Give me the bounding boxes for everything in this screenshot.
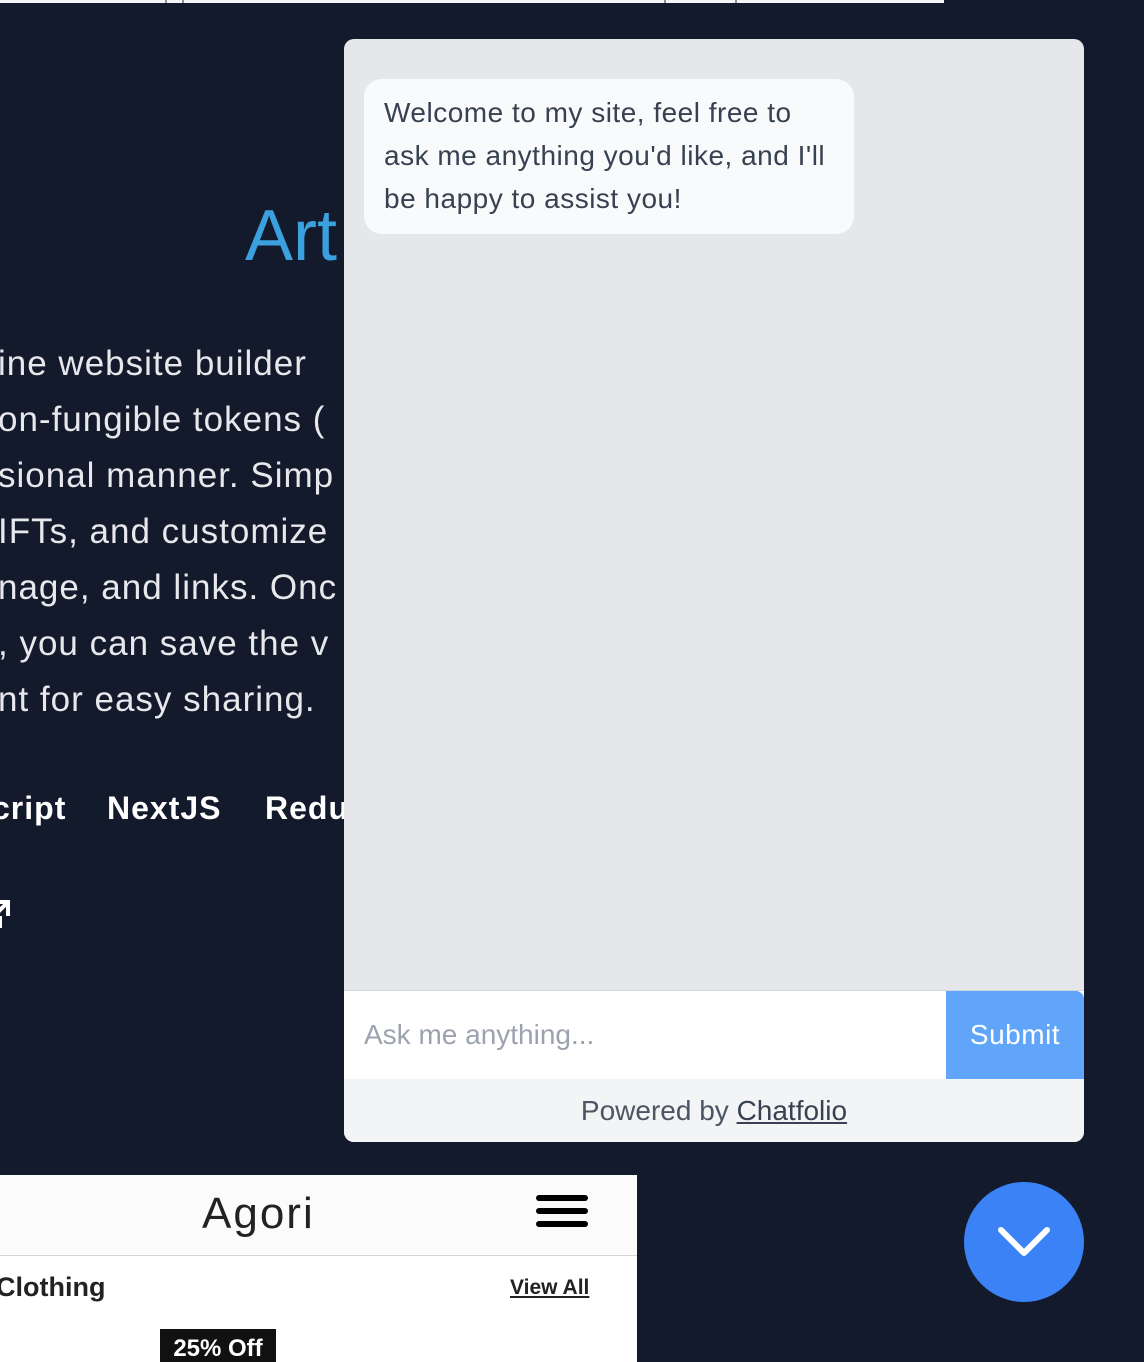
- footer-prefix: Powered by: [580, 1095, 729, 1126]
- chat-input[interactable]: [344, 991, 946, 1079]
- hamburger-menu-icon: [536, 1195, 588, 1235]
- chat-welcome-message: Welcome to my site, feel free to ask me …: [364, 79, 854, 234]
- page: Art ine website builder on-fungible toke…: [0, 0, 1144, 1362]
- preview-logo: Agori: [202, 1189, 315, 1238]
- discount-badge: 25% Off: [160, 1329, 276, 1362]
- preview-section-title: Clothing: [0, 1272, 106, 1302]
- tech-tag: cript: [0, 790, 67, 826]
- preview-header: Agori: [0, 1175, 637, 1256]
- chat-footer: Powered by Chatfolio: [344, 1079, 1084, 1142]
- submit-button[interactable]: Submit: [946, 991, 1084, 1079]
- chat-toggle-button[interactable]: [964, 1182, 1084, 1302]
- project-title: Art: [245, 196, 338, 276]
- divider-notch: [735, 0, 737, 3]
- chevron-down-icon: [998, 1227, 1050, 1256]
- divider-notch: [165, 0, 167, 3]
- chatfolio-link[interactable]: Chatfolio: [737, 1095, 848, 1126]
- tech-tag: NextJS: [107, 790, 222, 826]
- preview-view-all-link: View All: [510, 1276, 590, 1299]
- project-preview-card[interactable]: Agori Clothing View All 25% Off: [0, 1175, 637, 1362]
- chat-panel: Welcome to my site, feel free to ask me …: [344, 39, 1084, 1142]
- chat-input-row: Submit: [344, 990, 1084, 1080]
- divider-notch: [182, 0, 184, 3]
- top-divider: [0, 0, 944, 3]
- tech-tag: Redu: [265, 790, 349, 826]
- external-link-icon[interactable]: [0, 896, 10, 932]
- divider-notch: [664, 0, 666, 3]
